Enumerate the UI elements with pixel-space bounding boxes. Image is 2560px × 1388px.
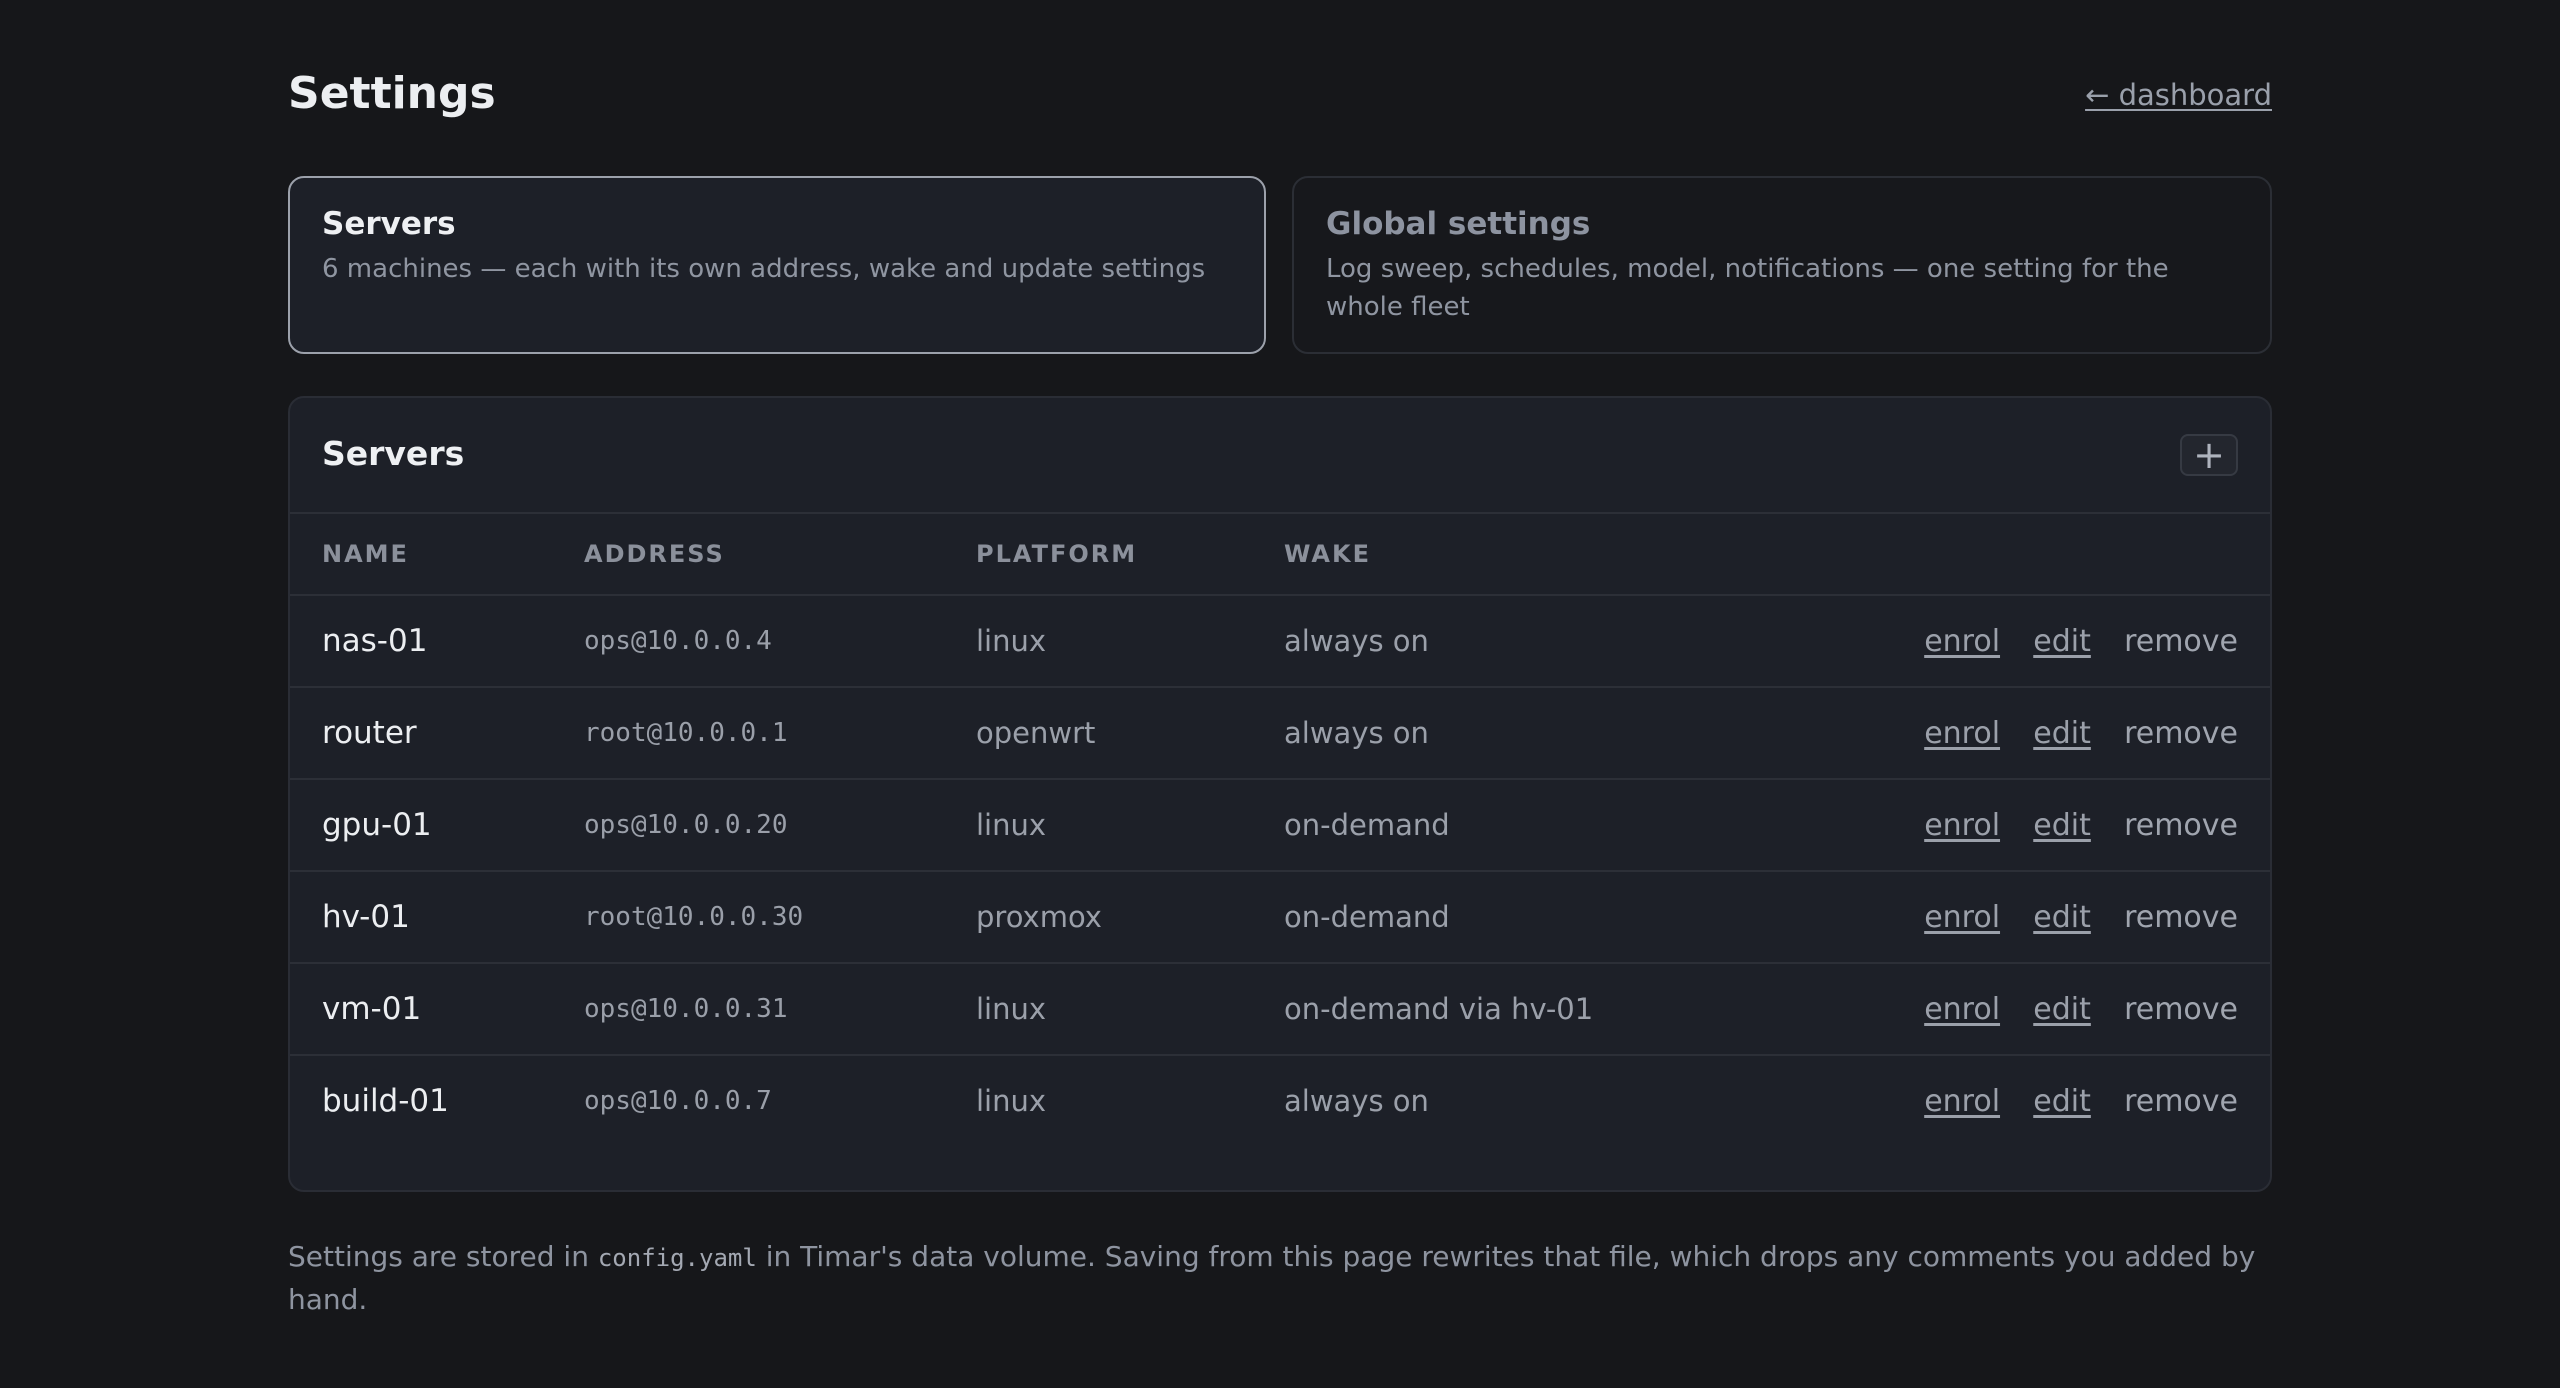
remove-button[interactable]: remove [2124, 716, 2238, 751]
remove-button[interactable]: remove [2124, 1084, 2238, 1119]
server-name: build-01 [322, 1083, 449, 1119]
config-filename: config.yaml [597, 1244, 757, 1272]
row-actions: enrol edit remove [1804, 779, 2270, 872]
remove-button[interactable]: remove [2124, 992, 2238, 1027]
table-row: hv-01 root@10.0.0.30 proxmox on-demand e… [290, 871, 2270, 964]
column-header-platform: PLATFORM [976, 514, 1284, 596]
tab-servers-title: Servers [322, 206, 456, 242]
row-actions: enrol edit remove [1804, 687, 2270, 780]
tab-global-settings[interactable]: Global settings Log sweep, schedules, mo… [1292, 176, 2272, 354]
server-platform: linux [976, 779, 1284, 872]
enrol-button[interactable]: enrol [1924, 808, 2000, 843]
tab-global-settings-description: Log sweep, schedules, model, notificatio… [1326, 254, 2169, 322]
server-name: gpu-01 [290, 779, 584, 872]
servers-panel: Servers + NAME ADDRESS PLATFORM WAKE nas… [288, 396, 2272, 1192]
row-actions: enrol edit remove [1804, 595, 2270, 688]
edit-button[interactable]: edit [2033, 992, 2091, 1027]
row-actions: enrol edit remove [1804, 871, 2270, 964]
server-platform: linux [976, 1084, 1047, 1118]
footnote-text-before: Settings are stored in [288, 1240, 598, 1273]
tab-servers[interactable]: Servers 6 machines — each with its own a… [288, 176, 1266, 354]
server-platform: openwrt [976, 687, 1284, 780]
tab-servers-description: 6 machines — each with its own address, … [322, 254, 1206, 284]
server-name: router [290, 687, 584, 780]
dashboard-link[interactable]: ← dashboard [2085, 78, 2272, 112]
server-name: hv-01 [290, 871, 584, 964]
plus-icon: + [2193, 433, 2225, 477]
edit-button[interactable]: edit [2033, 716, 2091, 751]
server-address: ops@10.0.0.4 [584, 595, 976, 688]
row-actions: enrol edit remove [1804, 963, 2270, 1056]
column-header-wake: WAKE [1284, 514, 1804, 596]
server-wake: on-demand via hv-01 [1284, 963, 1804, 1056]
server-wake: always on [1284, 1084, 1429, 1118]
table-row: gpu-01 ops@10.0.0.20 linux on-demand enr… [290, 779, 2270, 872]
enrol-button[interactable]: enrol [1924, 900, 2000, 935]
edit-button[interactable]: edit [2033, 1084, 2091, 1119]
server-platform: linux [976, 595, 1284, 688]
remove-button[interactable]: remove [2124, 624, 2238, 659]
column-header-name: NAME [290, 514, 584, 596]
server-wake: always on [1284, 595, 1804, 688]
servers-table: NAME ADDRESS PLATFORM WAKE nas-01 ops@10… [290, 514, 2270, 1146]
server-platform: proxmox [976, 871, 1284, 964]
remove-button[interactable]: remove [2124, 808, 2238, 843]
table-row: nas-01 ops@10.0.0.4 linux always on enro… [290, 595, 2270, 688]
column-header-actions [1804, 514, 2270, 596]
servers-panel-header: Servers + [290, 398, 2270, 514]
servers-panel-title: Servers [322, 434, 465, 473]
server-name: vm-01 [290, 963, 584, 1056]
server-address: ops@10.0.0.7 [584, 1086, 772, 1116]
page-title: Settings [288, 68, 496, 119]
row-actions: enrol edit remove [1804, 1055, 2270, 1146]
server-address: root@10.0.0.30 [584, 871, 976, 964]
edit-button[interactable]: edit [2033, 808, 2091, 843]
server-wake: on-demand [1284, 871, 1804, 964]
table-header-row: NAME ADDRESS PLATFORM WAKE [290, 514, 2270, 596]
server-platform: linux [976, 963, 1284, 1056]
config-footnote: Settings are stored in config.yaml in Ti… [288, 1236, 2272, 1321]
server-wake: always on [1284, 687, 1804, 780]
server-wake: on-demand [1284, 779, 1804, 872]
table-row: build-01 ops@10.0.0.7 linux always on en… [290, 1055, 2270, 1146]
tab-global-settings-title: Global settings [1326, 206, 1591, 242]
table-row: router root@10.0.0.1 openwrt always on e… [290, 687, 2270, 780]
server-address: root@10.0.0.1 [584, 687, 976, 780]
enrol-button[interactable]: enrol [1924, 992, 2000, 1027]
enrol-button[interactable]: enrol [1924, 1084, 2000, 1119]
edit-button[interactable]: edit [2033, 900, 2091, 935]
section-tabs: Servers 6 machines — each with its own a… [288, 176, 2272, 356]
server-address: ops@10.0.0.31 [584, 963, 976, 1056]
enrol-button[interactable]: enrol [1924, 624, 2000, 659]
server-name: nas-01 [290, 595, 584, 688]
enrol-button[interactable]: enrol [1924, 716, 2000, 751]
server-address: ops@10.0.0.20 [584, 779, 976, 872]
add-server-button[interactable]: + [2180, 434, 2238, 476]
edit-button[interactable]: edit [2033, 624, 2091, 659]
column-header-address: ADDRESS [584, 514, 976, 596]
table-row: vm-01 ops@10.0.0.31 linux on-demand via … [290, 963, 2270, 1056]
header: Settings ← dashboard [288, 64, 2272, 124]
remove-button[interactable]: remove [2124, 900, 2238, 935]
